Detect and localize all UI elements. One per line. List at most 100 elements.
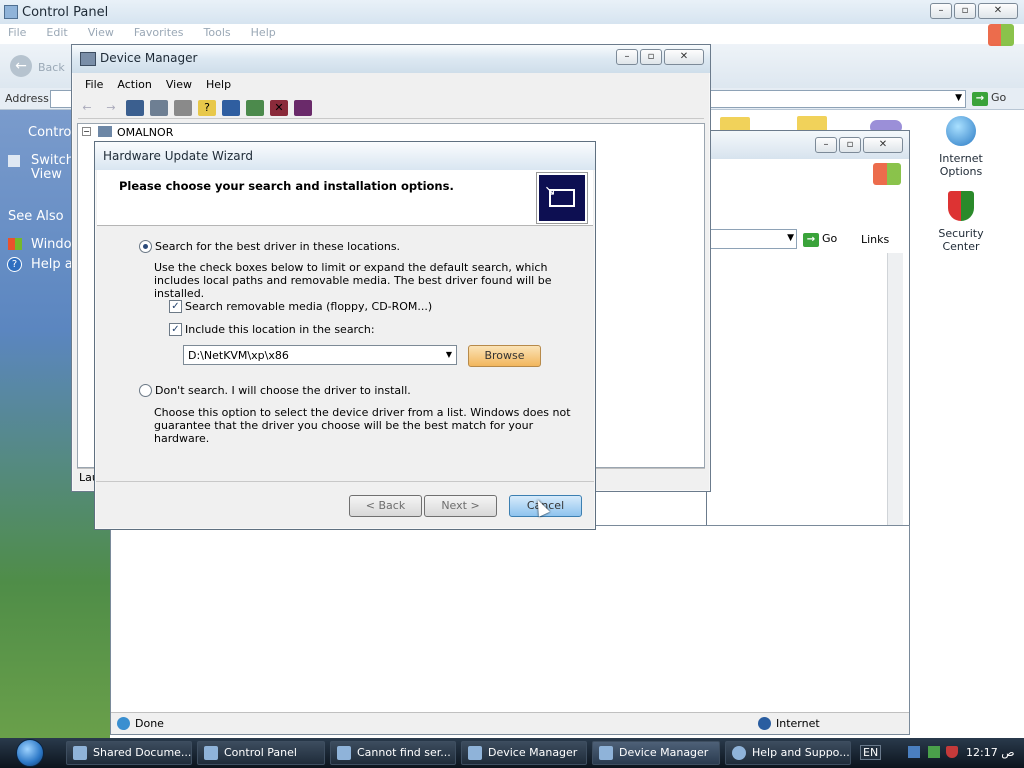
include-location-checkbox[interactable]: ✓: [169, 323, 182, 336]
disable-icon[interactable]: [294, 99, 312, 116]
print-icon[interactable]: [174, 99, 192, 116]
browser-close-button[interactable]: ✕: [863, 137, 903, 153]
dm-menu-action[interactable]: Action: [110, 75, 158, 95]
taskbar-item-device-manager-2[interactable]: Device Manager: [592, 741, 720, 765]
browser-address-dropdown-icon[interactable]: ▼: [787, 233, 794, 243]
wizard-header: Please choose your search and installati…: [97, 170, 593, 226]
browser-maximize-button[interactable]: ▫: [839, 137, 861, 153]
forward-icon[interactable]: →: [102, 100, 120, 116]
clock[interactable]: 12:17 ص: [966, 746, 1015, 759]
control-panel-title: Control Panel: [22, 5, 109, 20]
location-dropdown-icon[interactable]: ▼: [446, 350, 452, 359]
taskbar-item-shared-documents[interactable]: Shared Docume...: [66, 741, 192, 765]
internet-options-icon[interactable]: [946, 116, 976, 146]
device-manager-icon: [599, 746, 613, 760]
windows-update-icon: [8, 238, 22, 250]
back-button[interactable]: < Back: [349, 495, 422, 517]
wizard-titlebar[interactable]: Hardware Update Wizard: [95, 142, 595, 170]
include-location-label[interactable]: Include this location in the search:: [185, 323, 375, 336]
menu-view[interactable]: View: [88, 26, 114, 39]
taskbar-item-help-and-support[interactable]: Help and Suppo...: [725, 741, 851, 765]
maximize-button[interactable]: ▫: [954, 3, 976, 19]
taskbar: Shared Docume... Control Panel Cannot fi…: [0, 738, 1024, 768]
menu-tools[interactable]: Tools: [204, 26, 231, 39]
control-panel-menubar: File Edit View Favorites Tools Help: [8, 26, 276, 39]
dm-menu-view[interactable]: View: [159, 75, 199, 95]
minimize-button[interactable]: –: [930, 3, 952, 19]
menu-file[interactable]: File: [8, 26, 26, 39]
dm-menu-file[interactable]: File: [78, 75, 110, 95]
start-orb-icon: [16, 739, 44, 767]
dont-search-radio[interactable]: [139, 384, 152, 397]
browser-minimize-button[interactable]: –: [815, 137, 837, 153]
back-label[interactable]: Back: [38, 61, 65, 74]
menu-edit[interactable]: Edit: [46, 26, 67, 39]
browser-titlebar[interactable]: – ▫ ✕: [707, 131, 909, 159]
device-manager-title: Device Manager: [100, 51, 198, 65]
start-button[interactable]: [6, 738, 56, 768]
tree-collapse-icon[interactable]: −: [82, 127, 91, 136]
security-center-label[interactable]: Security Center: [926, 227, 996, 253]
dm-menu-help[interactable]: Help: [199, 75, 238, 95]
browser-content-area: Done Internet: [110, 525, 910, 735]
properties-icon[interactable]: [150, 99, 168, 116]
search-best-driver-radio[interactable]: [139, 240, 152, 253]
language-indicator[interactable]: EN: [860, 745, 882, 760]
dm-minimize-button[interactable]: –: [616, 49, 638, 65]
taskbar-label: Device Manager: [488, 746, 578, 759]
uninstall-icon[interactable]: ✕: [270, 99, 288, 116]
browser-go-button[interactable]: → Go: [803, 232, 837, 247]
wizard-heading: Please choose your search and installati…: [119, 179, 454, 193]
device-manager-icon: [468, 746, 482, 760]
back-arrow-icon[interactable]: ←: [10, 55, 32, 77]
status-done-text: Done: [135, 717, 164, 730]
browser-links-button[interactable]: Links: [861, 233, 889, 246]
network-tray-icon[interactable]: [908, 746, 920, 758]
next-button[interactable]: Next >: [424, 495, 497, 517]
search-removable-media-checkbox[interactable]: ✓: [169, 300, 182, 313]
menu-favorites[interactable]: Favorites: [134, 26, 184, 39]
location-combobox[interactable]: D:\NetKVM\xp\x86 ▼: [183, 345, 457, 365]
go-button[interactable]: → Go: [972, 91, 1006, 106]
dont-search-description: Choose this option to select the device …: [154, 406, 571, 445]
browser-icon: [337, 746, 351, 760]
browse-button[interactable]: Browse: [468, 345, 541, 367]
search-description: Use the check boxes below to limit or ex…: [154, 261, 552, 300]
location-value[interactable]: D:\NetKVM\xp\x86: [188, 349, 289, 362]
status-done-icon: [117, 717, 130, 730]
search-removable-media-label[interactable]: Search removable media (floppy, CD-ROM..…: [185, 300, 432, 313]
console-tree-icon[interactable]: [126, 99, 144, 116]
tree-root-label[interactable]: OMALNOR: [117, 126, 173, 139]
address-dropdown-icon[interactable]: ▼: [955, 93, 962, 103]
taskbar-item-control-panel[interactable]: Control Panel: [197, 741, 325, 765]
device-manager-titlebar[interactable]: Device Manager – ▫ ✕: [72, 45, 710, 73]
safely-remove-tray-icon[interactable]: [928, 746, 940, 758]
internet-options-label[interactable]: Internet Options: [926, 152, 996, 178]
back-icon[interactable]: ←: [78, 100, 96, 116]
dm-maximize-button[interactable]: ▫: [640, 49, 662, 65]
browser-address-input[interactable]: ▼: [709, 229, 797, 249]
help-icon[interactable]: ?: [198, 99, 216, 116]
internet-zone-icon: [758, 717, 771, 730]
monitor-icon[interactable]: [222, 99, 240, 116]
browser-go-arrow-icon: →: [803, 233, 819, 247]
dm-close-button[interactable]: ✕: [664, 49, 704, 65]
browser-go-label: Go: [822, 232, 838, 245]
security-center-icon[interactable]: [948, 191, 974, 221]
switch-view-link-line2[interactable]: View: [31, 167, 62, 182]
taskbar-item-device-manager-1[interactable]: Device Manager: [461, 741, 587, 765]
search-best-driver-label[interactable]: Search for the best driver in these loca…: [155, 240, 400, 253]
control-panel-titlebar[interactable]: Control Panel – ▫ ✕: [0, 0, 1024, 24]
dont-search-label[interactable]: Don't search. I will choose the driver t…: [155, 384, 411, 397]
security-tray-icon[interactable]: [946, 746, 958, 758]
folder-icon: [73, 746, 87, 760]
taskbar-label: Help and Suppo...: [752, 746, 850, 759]
taskbar-item-cannot-find-server[interactable]: Cannot find ser...: [330, 741, 456, 765]
close-button[interactable]: ✕: [978, 3, 1018, 19]
menu-help[interactable]: Help: [251, 26, 276, 39]
taskbar-label: Cannot find ser...: [357, 746, 451, 759]
scan-hardware-icon[interactable]: [246, 99, 264, 116]
switch-view-link[interactable]: Switch: [31, 153, 74, 168]
wizard-title: Hardware Update Wizard: [103, 149, 253, 163]
go-label: Go: [991, 91, 1007, 104]
